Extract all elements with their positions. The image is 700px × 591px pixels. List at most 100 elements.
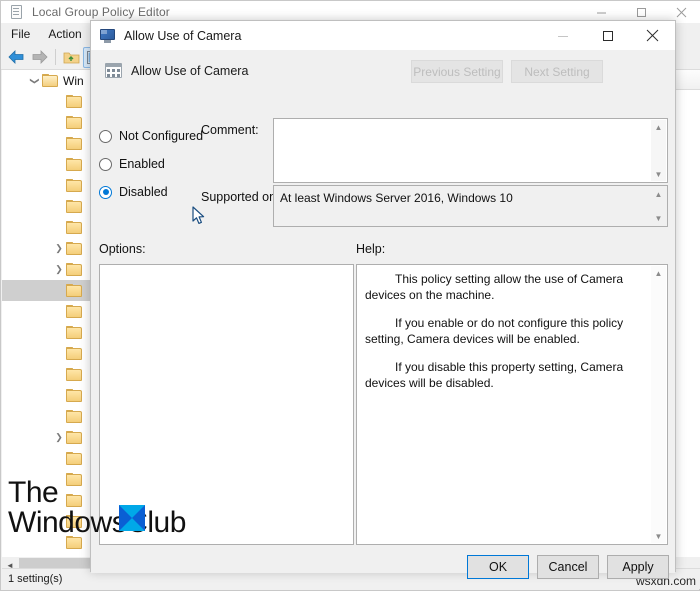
- comment-textbox[interactable]: ▲ ▼: [273, 118, 668, 183]
- folder-icon: [66, 158, 82, 171]
- tree-chevron-placeholder: [52, 407, 66, 427]
- computer-monitor-icon: [100, 28, 116, 44]
- radio-enabled[interactable]: Enabled: [99, 150, 204, 178]
- policy-setting-icon: [105, 63, 122, 78]
- tree-chevron-placeholder: [52, 344, 66, 364]
- comment-label: Comment:: [201, 123, 259, 137]
- mouse-cursor-icon: [192, 206, 205, 225]
- options-pane[interactable]: [99, 264, 354, 545]
- toolbar-separator: [55, 49, 56, 65]
- folder-icon: [66, 347, 82, 360]
- tree-chevron-placeholder: [52, 176, 66, 196]
- tree-chevron-placeholder: [52, 218, 66, 238]
- radio-button-selected-icon: [99, 185, 112, 199]
- tree-chevron-placeholder: [52, 386, 66, 406]
- help-text: This policy setting allow the use of Cam…: [365, 271, 645, 403]
- tree-chevron-placeholder: [52, 491, 66, 511]
- help-label: Help:: [356, 242, 386, 256]
- help-paragraph: If you enable or do not configure this p…: [365, 316, 624, 346]
- folder-icon: [66, 536, 82, 549]
- radio-button-icon: [99, 157, 112, 171]
- chevron-right-icon[interactable]: ❯: [52, 260, 66, 280]
- left-arrow-icon[interactable]: [5, 47, 27, 68]
- dialog-header: Allow Use of Camera Previous Setting Nex…: [91, 50, 675, 90]
- help-scrollbar[interactable]: ▲ ▼: [651, 266, 666, 543]
- radio-not-configured[interactable]: Not Configured: [99, 122, 204, 150]
- menu-item-action[interactable]: Action: [40, 25, 89, 43]
- radio-label: Enabled: [119, 157, 165, 171]
- screenshot-root: Local Group Policy Editor File Action Vi…: [0, 0, 700, 591]
- folder-icon: [66, 95, 82, 108]
- folder-icon: [66, 494, 82, 507]
- help-pane[interactable]: This policy setting allow the use of Cam…: [356, 264, 668, 545]
- tree-chevron-placeholder: [52, 533, 66, 553]
- folder-icon: [66, 179, 82, 192]
- supported-on-scrollbar[interactable]: ▲ ▼: [651, 187, 666, 225]
- folder-up-icon[interactable]: [60, 47, 82, 68]
- tree-item-label: Win: [63, 73, 84, 88]
- folder-icon: [66, 263, 82, 276]
- help-paragraph: If you disable this property setting, Ca…: [365, 360, 624, 390]
- options-label: Options:: [99, 242, 146, 256]
- folder-icon: [66, 200, 82, 213]
- dialog-titlebar: Allow Use of Camera: [91, 21, 675, 50]
- policy-state-radio-group: Not Configured Enabled Disabled: [99, 122, 204, 206]
- chevron-up-icon[interactable]: ▲: [651, 187, 666, 201]
- dialog-minimize-icon[interactable]: [540, 21, 585, 50]
- folder-icon: [66, 242, 82, 255]
- help-paragraph: This policy setting allow the use of Cam…: [365, 272, 624, 302]
- folder-icon: [66, 221, 82, 234]
- folder-icon: [66, 389, 82, 402]
- folder-icon: [66, 410, 82, 423]
- tree-chevron-placeholder: [52, 512, 66, 532]
- windowsclub-logo-icon: [119, 505, 145, 531]
- folder-icon: [42, 74, 58, 87]
- folder-icon: [66, 116, 82, 129]
- tree-chevron-placeholder: [52, 92, 66, 112]
- status-bar-text: 1 setting(s): [8, 573, 63, 585]
- folder-icon: [66, 368, 82, 381]
- apply-button[interactable]: Apply: [607, 555, 669, 579]
- tree-chevron-placeholder: [52, 155, 66, 175]
- folder-icon: [66, 305, 82, 318]
- folder-icon: [66, 473, 82, 486]
- chevron-right-icon[interactable]: ❯: [52, 428, 66, 448]
- radio-button-icon: [99, 129, 112, 143]
- supported-on-value: At least Windows Server 2016, Windows 10: [280, 191, 513, 205]
- policy-setting-dialog: Allow Use of Camera Allow Use of Camera …: [90, 20, 676, 579]
- menu-item-file[interactable]: File: [3, 25, 38, 43]
- cancel-button[interactable]: Cancel: [537, 555, 599, 579]
- tree-chevron-placeholder: [52, 302, 66, 322]
- dialog-body: Allow Use of Camera Previous Setting Nex…: [91, 50, 675, 579]
- folder-icon: [66, 137, 82, 150]
- tree-chevron-placeholder: [52, 365, 66, 385]
- chevron-up-icon[interactable]: ▲: [651, 120, 666, 134]
- folder-icon: [66, 431, 82, 444]
- tree-chevron-placeholder: [52, 449, 66, 469]
- radio-label: Disabled: [119, 185, 168, 199]
- dialog-maximize-icon[interactable]: [585, 21, 630, 50]
- tree-chevron-placeholder: [52, 470, 66, 490]
- main-window-title: Local Group Policy Editor: [32, 5, 170, 19]
- right-arrow-icon[interactable]: [28, 47, 50, 68]
- radio-label: Not Configured: [119, 129, 204, 143]
- dialog-header-title: Allow Use of Camera: [131, 64, 249, 78]
- ok-button[interactable]: OK: [467, 555, 529, 579]
- folder-icon: [66, 452, 82, 465]
- supported-on-textbox: At least Windows Server 2016, Windows 10…: [273, 185, 668, 227]
- chevron-right-icon[interactable]: ❯: [52, 239, 66, 259]
- radio-disabled[interactable]: Disabled: [99, 178, 204, 206]
- chevron-down-icon[interactable]: ▼: [651, 529, 666, 543]
- previous-setting-button[interactable]: Previous Setting: [411, 60, 503, 83]
- chevron-up-icon[interactable]: ▲: [651, 266, 666, 280]
- chevron-down-icon[interactable]: ▼: [651, 211, 666, 225]
- policy-editor-icon: [9, 4, 25, 20]
- tree-chevron-placeholder: [52, 197, 66, 217]
- tree-chevron-placeholder: [52, 323, 66, 343]
- next-setting-button[interactable]: Next Setting: [511, 60, 603, 83]
- comment-scrollbar[interactable]: ▲ ▼: [651, 120, 666, 181]
- dialog-close-icon[interactable]: [630, 21, 675, 50]
- folder-icon: [66, 515, 82, 528]
- chevron-down-icon[interactable]: ▼: [651, 167, 666, 181]
- dialog-window-controls: [540, 21, 675, 50]
